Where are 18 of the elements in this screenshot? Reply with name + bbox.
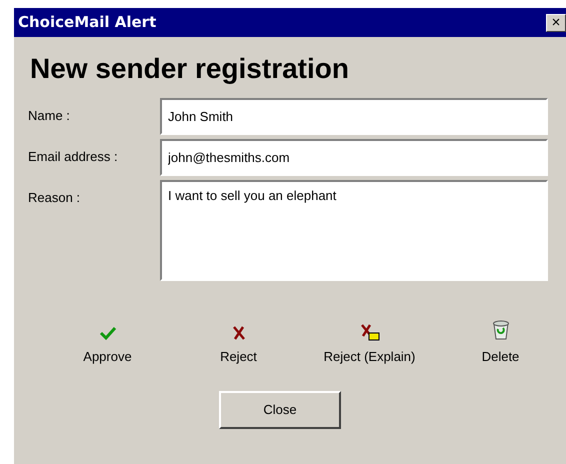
cross-note-icon xyxy=(360,323,380,341)
close-icon[interactable]: × xyxy=(546,14,566,32)
field-label: Reason : xyxy=(27,189,82,207)
action-button[interactable]: Reject xyxy=(173,319,304,366)
field-label: Email address : xyxy=(27,148,119,166)
action-button[interactable]: Delete xyxy=(435,319,566,366)
close-button[interactable]: Close xyxy=(219,390,341,428)
text-field[interactable]: John Smith xyxy=(160,98,548,135)
action-button[interactable]: Reject (Explain) xyxy=(304,319,435,366)
dialog-heading: New sender registration xyxy=(30,55,350,83)
recycle-bin-icon xyxy=(490,319,510,341)
window-title: ChoiceMail Alert xyxy=(18,12,156,34)
action-button[interactable]: Approve xyxy=(42,319,173,366)
reason-field[interactable]: I want to sell you an elephant xyxy=(160,180,548,281)
field-label: Name : xyxy=(27,107,71,125)
check-icon xyxy=(98,325,116,341)
text-field[interactable]: john@thesmiths.com xyxy=(160,139,548,176)
cross-icon xyxy=(232,325,246,341)
